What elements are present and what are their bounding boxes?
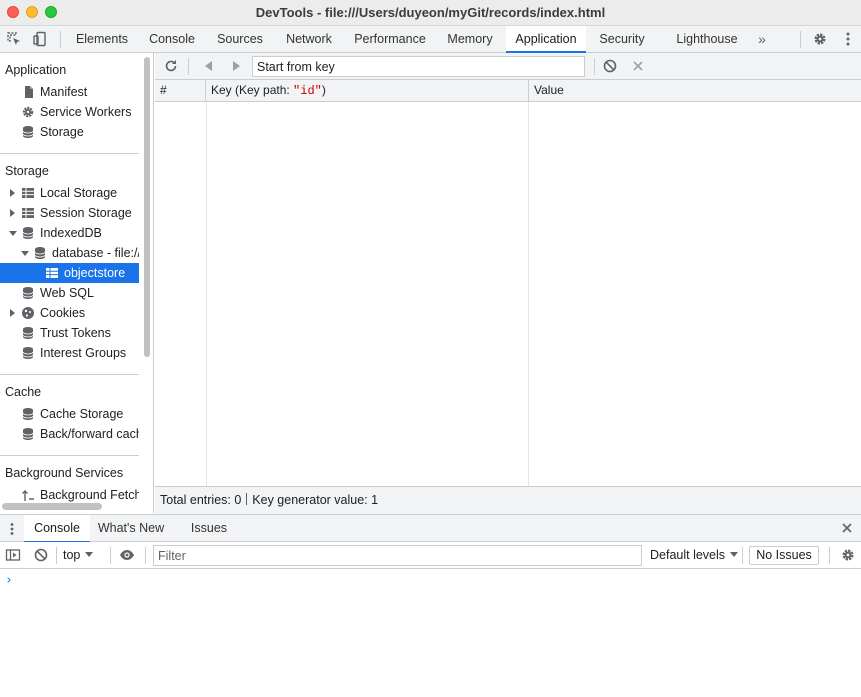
javascript-context-select[interactable]: top [63,542,94,568]
clear-object-store-icon[interactable] [602,58,618,74]
window-title: DevTools - file:///Users/duyeon/myGit/re… [255,5,606,20]
database-icon [22,126,34,138]
drawer-tab-whats-new[interactable]: What's New [94,515,168,542]
clear-console-icon[interactable] [33,547,49,563]
object-store-table-body[interactable] [155,102,861,486]
tab-security[interactable]: Security [590,26,654,52]
tab-memory[interactable]: Memory [438,26,502,52]
log-levels-select[interactable]: Default levels [650,542,739,568]
chevron-down-icon [85,552,94,557]
tab-sources[interactable]: Sources [208,26,272,52]
collapse-arrow-icon[interactable] [9,231,17,236]
console-toolbar: top Default levels No Issues [0,542,861,569]
expand-arrow-icon[interactable] [10,189,15,197]
show-sidebar-icon[interactable] [5,547,21,563]
sidebar-item-local-storage[interactable]: Local Storage [0,183,139,203]
main-tab-bar: Elements Console Sources Network Perform… [0,26,861,53]
database-icon [22,287,34,299]
sidebar-item-storage-overview[interactable]: Storage [0,122,139,142]
key-path-value: "id" [293,84,322,98]
sidebar-item-background-fetch[interactable]: Background Fetch [0,485,139,505]
previous-page-icon[interactable] [201,58,217,74]
more-tabs-button[interactable]: » [754,26,770,52]
console-output[interactable]: › [0,570,861,697]
drawer-tab-bar: Console What's New Issues [0,514,861,543]
sidebar-item-cookies[interactable]: Cookies [0,303,139,323]
inspect-element-icon[interactable] [6,31,22,47]
tab-console[interactable]: Console [140,26,204,52]
sidebar-item-back-forward-cache[interactable]: Back/forward cache [0,424,139,444]
gear-icon [22,106,34,118]
object-store-table-header: # Key (Key path: "id") Value [155,80,861,102]
tab-application[interactable]: Application [506,26,586,53]
total-entries-label: Total entries: 0 [160,493,242,507]
settings-gear-icon[interactable] [812,31,828,47]
database-icon [22,327,34,339]
database-icon [34,247,46,259]
drawer-tab-console[interactable]: Console [24,515,90,543]
start-from-key-input[interactable] [252,56,585,77]
sidebar-section-application: Application [5,63,67,77]
database-icon [22,227,34,239]
database-icon [22,347,34,359]
console-filter-input[interactable] [153,545,642,566]
delete-selected-icon[interactable] [630,58,646,74]
database-icon [22,428,34,440]
sidebar-section-cache: Cache [5,385,42,399]
next-page-icon[interactable] [228,58,244,74]
cookie-icon [22,307,34,319]
column-header-key[interactable]: Key (Key path: "id") [206,80,529,101]
table-grid-icon [22,208,34,218]
sidebar-item-trust-tokens[interactable]: Trust Tokens [0,323,139,343]
sidebar-item-cache-storage[interactable]: Cache Storage [0,404,139,424]
tab-lighthouse[interactable]: Lighthouse [666,26,748,52]
sidebar-item-manifest[interactable]: Manifest [0,82,139,102]
sidebar-item-session-storage[interactable]: Session Storage [0,203,139,223]
kebab-menu-icon[interactable] [840,31,856,47]
sidebar-horizontal-scrollbar[interactable] [2,503,102,510]
console-settings-gear-icon[interactable] [840,547,856,563]
sidebar-item-objectstore[interactable]: objectstore [0,263,139,283]
document-icon [25,86,33,98]
sidebar-item-indexeddb[interactable]: IndexedDB [0,223,139,243]
drawer-menu-icon[interactable] [8,522,16,536]
live-expression-eye-icon[interactable] [119,547,135,563]
database-icon [22,408,34,420]
data-view-toolbar [155,53,861,80]
table-grid-icon [22,188,34,198]
refresh-icon[interactable] [163,58,179,74]
column-header-index[interactable]: # [155,80,206,101]
chevron-down-icon [730,552,739,557]
drawer-tab-issues[interactable]: Issues [184,515,234,542]
tab-performance[interactable]: Performance [346,26,434,52]
object-store-summary: Total entries: 0 Key generator value: 1 [155,486,861,514]
sidebar-section-background-services: Background Services [5,466,124,480]
close-drawer-icon[interactable] [840,521,854,535]
title-bar: DevTools - file:///Users/duyeon/myGit/re… [0,0,861,26]
table-grid-icon [46,268,58,278]
sidebar-section-storage: Storage [5,164,49,178]
application-sidebar: Application Manifest Service Workers Sto… [0,53,154,513]
sidebar-item-interest-groups[interactable]: Interest Groups [0,343,139,363]
expand-arrow-icon[interactable] [10,309,15,317]
tab-elements[interactable]: Elements [68,26,136,52]
sidebar-vertical-scrollbar[interactable] [144,57,150,357]
expand-arrow-icon[interactable] [10,209,15,217]
device-toolbar-icon[interactable] [32,31,48,47]
collapse-arrow-icon[interactable] [21,251,29,256]
tab-network[interactable]: Network [276,26,342,52]
issues-button[interactable]: No Issues [749,546,819,565]
sidebar-item-web-sql[interactable]: Web SQL [0,283,139,303]
up-arrow-icon [22,490,34,501]
console-prompt-icon[interactable]: › [5,573,13,588]
key-generator-label: Key generator value: 1 [252,493,379,507]
column-header-value[interactable]: Value [529,80,861,101]
sidebar-item-database[interactable]: database - file:// [0,243,139,263]
sidebar-item-service-workers[interactable]: Service Workers [0,102,139,122]
